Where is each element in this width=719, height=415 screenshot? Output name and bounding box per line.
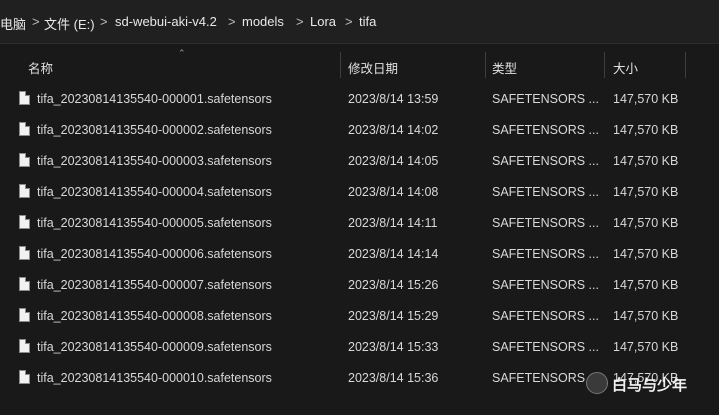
file-name: tifa_20230814135540-000003.safetensors [37,154,272,168]
column-divider[interactable] [604,52,605,78]
file-type: SAFETENSORS ... [492,278,599,292]
file-icon [19,91,30,105]
file-modified: 2023/8/14 14:14 [348,247,439,261]
chevron-right-icon[interactable]: > [228,14,236,29]
file-name: tifa_20230814135540-000001.safetensors [37,92,272,106]
file-size: 147,570 KB [613,154,679,168]
address-bar[interactable]: 电脑 > 文件 (E:) > sd-webui-aki-v4.2 > model… [0,0,719,44]
file-name: tifa_20230814135540-000004.safetensors [37,185,272,199]
column-divider[interactable] [340,52,341,78]
file-icon [19,215,30,229]
column-divider[interactable] [485,52,486,78]
file-icon [19,339,30,353]
file-icon [19,246,30,260]
file-icon [19,153,30,167]
file-modified: 2023/8/14 14:08 [348,185,439,199]
file-name: tifa_20230814135540-000008.safetensors [37,309,272,323]
file-icon [19,370,30,384]
file-type: SAFETENSORS ... [492,247,599,261]
column-header-size[interactable]: 大小 [613,58,638,77]
file-size: 147,570 KB [613,247,679,261]
file-name: tifa_20230814135540-000010.safetensors [37,371,272,385]
wechat-logo-icon [586,372,608,394]
file-row[interactable]: tifa_20230814135540-000006.safetensors 2… [0,239,719,270]
file-row[interactable]: tifa_20230814135540-000008.safetensors 2… [0,301,719,332]
file-row[interactable]: tifa_20230814135540-000001.safetensors 2… [0,84,719,115]
file-name: tifa_20230814135540-000002.safetensors [37,123,272,137]
file-modified: 2023/8/14 15:26 [348,278,439,292]
file-modified: 2023/8/14 15:29 [348,309,439,323]
file-type: SAFETENSORS ... [492,309,599,323]
column-divider[interactable] [685,52,686,78]
column-header-row: 名称 ⌃ 修改日期 类型 大小 [0,48,719,80]
breadcrumb-item-models[interactable]: models [242,14,284,29]
file-size: 147,570 KB [613,340,679,354]
file-row[interactable]: tifa_20230814135540-000004.safetensors 2… [0,177,719,208]
file-row[interactable]: tifa_20230814135540-000002.safetensors 2… [0,115,719,146]
file-name: tifa_20230814135540-000006.safetensors [37,247,272,261]
file-type: SAFETENSORS ... [492,154,599,168]
file-size: 147,570 KB [613,185,679,199]
file-name: tifa_20230814135540-000007.safetensors [37,278,272,292]
column-header-name[interactable]: 名称 [28,58,53,77]
file-name: tifa_20230814135540-000009.safetensors [37,340,272,354]
file-modified: 2023/8/14 15:36 [348,371,439,385]
file-type: SAFETENSORS ... [492,340,599,354]
file-size: 147,570 KB [613,216,679,230]
file-type: SAFETENSORS ... [492,216,599,230]
file-modified: 2023/8/14 14:02 [348,123,439,137]
column-header-type[interactable]: 类型 [492,58,517,77]
file-type: SAFETENSORS ... [492,185,599,199]
file-modified: 2023/8/14 15:33 [348,340,439,354]
breadcrumb-item-tifa[interactable]: tifa [359,14,376,29]
file-icon [19,122,30,136]
watermark-text: 白马与少年 [612,377,688,394]
file-icon [19,184,30,198]
file-modified: 2023/8/14 14:05 [348,154,439,168]
chevron-right-icon[interactable]: > [296,14,304,29]
file-row[interactable]: tifa_20230814135540-000007.safetensors 2… [0,270,719,301]
file-modified: 2023/8/14 13:59 [348,92,439,106]
file-size: 147,570 KB [613,309,679,323]
file-row[interactable]: tifa_20230814135540-000009.safetensors 2… [0,332,719,363]
breadcrumb-item-sd-webui[interactable]: sd-webui-aki-v4.2 [115,14,217,29]
file-row[interactable]: tifa_20230814135540-000003.safetensors 2… [0,146,719,177]
file-name: tifa_20230814135540-000005.safetensors [37,216,272,230]
file-icon [19,277,30,291]
file-size: 147,570 KB [613,92,679,106]
chevron-right-icon[interactable]: > [100,14,108,29]
file-type: SAFETENSORS ... [492,123,599,137]
file-size: 147,570 KB [613,123,679,137]
file-row[interactable]: tifa_20230814135540-000005.safetensors 2… [0,208,719,239]
file-type: SAFETENSORS ... [492,92,599,106]
sort-up-icon: ⌃ [178,48,186,58]
file-modified: 2023/8/14 14:11 [348,216,438,230]
breadcrumb-item-pc[interactable]: 电脑 [0,14,26,33]
chevron-right-icon[interactable]: > [32,14,40,29]
breadcrumb-item-lora[interactable]: Lora [310,14,336,29]
file-icon [19,308,30,322]
breadcrumb-item-drive-e[interactable]: 文件 (E:) [44,14,95,33]
column-header-modified[interactable]: 修改日期 [348,58,398,77]
chevron-right-icon[interactable]: > [345,14,353,29]
file-size: 147,570 KB [613,278,679,292]
file-type: SAFETENSORS ... [492,371,599,385]
